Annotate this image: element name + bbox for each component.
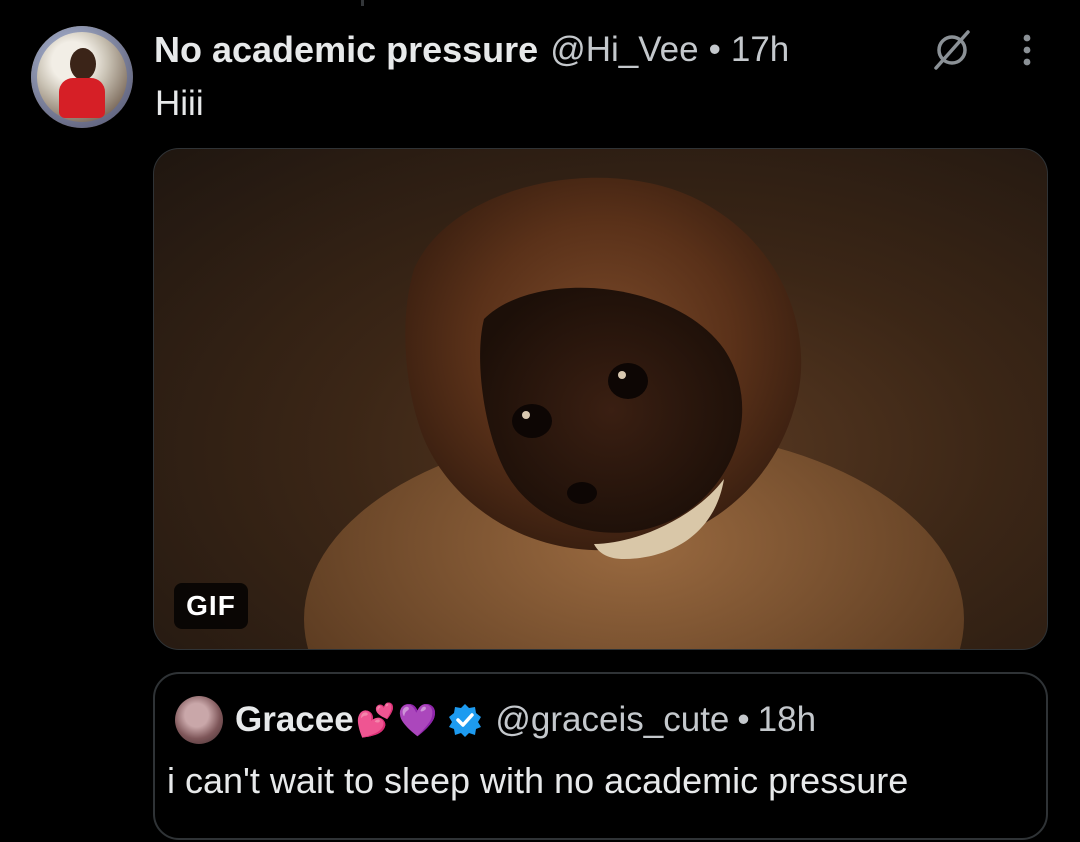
gif-media[interactable]: GIF (153, 148, 1048, 650)
tweet-timestamp[interactable]: 17h (731, 30, 789, 70)
thread-connector (361, 0, 364, 6)
grok-icon[interactable] (930, 28, 974, 72)
tweet-header: No academic pressure @Hi_Vee • 17h (154, 29, 789, 71)
quoted-header-separator: • (737, 700, 750, 739)
quoted-author-avatar[interactable] (175, 696, 223, 744)
quoted-tweet[interactable]: Gracee 💕 💜 @graceis_cute • 18h i can't w… (153, 672, 1048, 840)
monkey-left-eye (512, 404, 552, 438)
author-avatar[interactable] (31, 26, 133, 128)
avatar-frame (31, 26, 133, 128)
quoted-author-display-name[interactable]: Gracee (235, 700, 354, 740)
quoted-tweet-timestamp[interactable]: 18h (758, 700, 816, 740)
header-separator: • (708, 30, 721, 69)
two-hearts-emoji: 💕 (355, 702, 396, 738)
verified-badge-icon (449, 704, 482, 737)
quoted-tweet-header: Gracee 💕 💜 @graceis_cute • 18h (235, 698, 816, 742)
monkey-right-eye (608, 363, 648, 399)
quoted-tweet-text: i can't wait to sleep with no academic p… (167, 760, 909, 801)
author-handle[interactable]: @Hi_Vee (550, 30, 698, 70)
author-display-name[interactable]: No academic pressure (154, 29, 538, 71)
purple-heart-emoji: 💜 (397, 702, 438, 738)
more-options-icon[interactable] (1012, 30, 1042, 70)
monkey-gif-image (304, 177, 964, 649)
quoted-author-handle[interactable]: @graceis_cute (495, 700, 729, 740)
gif-badge: GIF (174, 583, 248, 629)
monkey-nose (567, 482, 597, 504)
tweet-text: Hiii (155, 84, 204, 123)
